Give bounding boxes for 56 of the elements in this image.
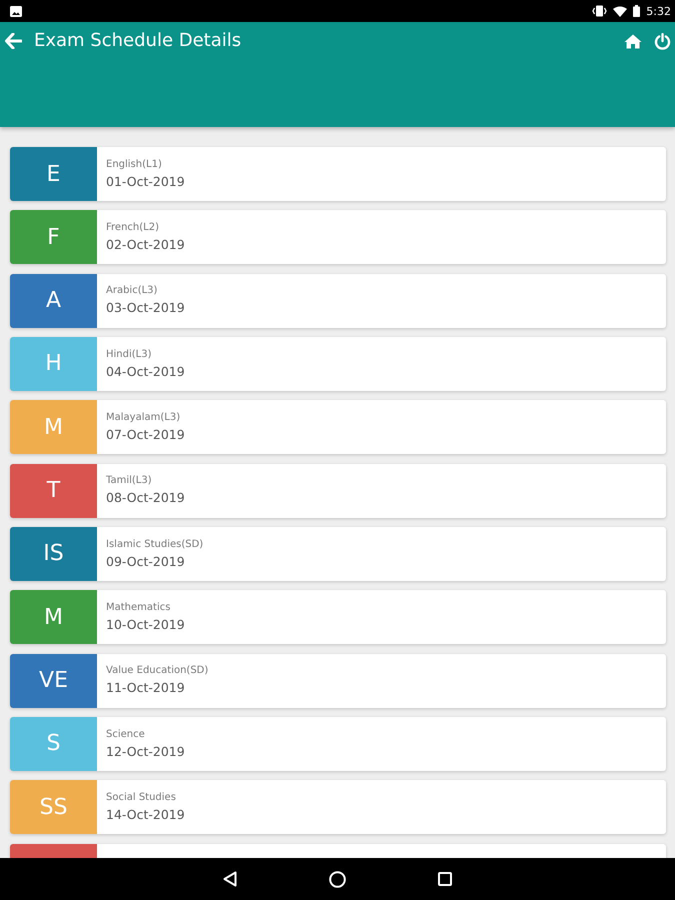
exam-date: 14-Oct-2019 <box>106 806 185 824</box>
exam-date: 12-Oct-2019 <box>106 742 185 760</box>
clock-time: 5:32 <box>646 6 671 16</box>
subject-name: Mathematics <box>106 601 170 614</box>
initials-tile: H <box>10 336 97 391</box>
exam-date: 10-Oct-2019 <box>106 616 185 634</box>
subject-name: French(L2) <box>106 221 159 234</box>
back-icon[interactable] <box>5 33 22 49</box>
exam-date: 04-Oct-2019 <box>106 362 185 380</box>
exam-card[interactable]: SS Social Studies 14-Oct-2019 <box>10 780 666 834</box>
exam-card[interactable]: IS Islamic Studies(SD) 09-Oct-2019 <box>10 526 666 581</box>
initials-tile: M <box>10 400 97 454</box>
vibrate-icon <box>592 5 608 17</box>
exam-card[interactable]: H Hindi(L3) 04-Oct-2019 <box>10 336 666 391</box>
subject-name: Islamic Studies(SD) <box>106 538 204 551</box>
exam-date: 09-Oct-2019 <box>106 552 185 570</box>
exam-card[interactable]: M Malayalam(L3) 07-Oct-2019 <box>10 400 666 454</box>
subject-name: English(L1) <box>106 158 162 171</box>
exam-card[interactable]: A Arabic(L3) 03-Oct-2019 <box>10 274 666 328</box>
initials-tile: E <box>10 147 97 201</box>
subject-name: Social Studies <box>106 791 176 804</box>
nav-recents-icon[interactable] <box>438 872 452 886</box>
exam-date: 03-Oct-2019 <box>106 299 185 317</box>
screen-title: Exam Schedule Details <box>34 30 242 52</box>
subject-name: Arabic(L3) <box>106 284 158 298</box>
exam-card[interactable]: T Tamil(L3) 08-Oct-2019 <box>10 464 666 518</box>
subject-name: Tamil(L3) <box>106 474 152 488</box>
home-icon[interactable] <box>624 34 642 48</box>
subject-name: Value Education(SD) <box>106 664 208 678</box>
exam-card[interactable]: M Mathematics 10-Oct-2019 <box>10 590 666 644</box>
power-icon[interactable] <box>654 32 671 50</box>
nav-back-icon[interactable] <box>223 871 237 887</box>
exam-date: 08-Oct-2019 <box>106 489 185 507</box>
exam-card[interactable]: E English(L1) 01-Oct-2019 <box>10 147 666 201</box>
exam-date: 02-Oct-2019 <box>106 236 185 254</box>
initials-tile: M <box>10 590 97 644</box>
initials-tile: A <box>10 274 97 328</box>
exam-card[interactable]: VE Value Education(SD) 11-Oct-2019 <box>10 654 666 708</box>
subject-name: Hindi(L3) <box>106 348 152 361</box>
initials-tile: F <box>10 210 97 264</box>
exam-card[interactable]: S Science 12-Oct-2019 <box>10 716 666 771</box>
exam-date: 07-Oct-2019 <box>106 426 185 444</box>
exam-date: 11-Oct-2019 <box>106 679 185 697</box>
exam-date: 01-Oct-2019 <box>106 172 185 190</box>
subject-name: Science <box>106 728 145 741</box>
image-icon <box>10 6 22 16</box>
nav-home-icon[interactable] <box>329 870 346 888</box>
subject-name: Malayalam(L3) <box>106 411 180 424</box>
wifi-icon <box>613 6 628 16</box>
exam-card[interactable]: F French(L2) 02-Oct-2019 <box>10 210 666 264</box>
initials-tile: SS <box>10 780 97 834</box>
battery-icon <box>633 5 640 17</box>
initials-tile: IS <box>10 526 97 581</box>
initials-tile: VE <box>10 654 97 708</box>
initials-tile: T <box>10 464 97 518</box>
initials-tile: S <box>10 716 97 771</box>
